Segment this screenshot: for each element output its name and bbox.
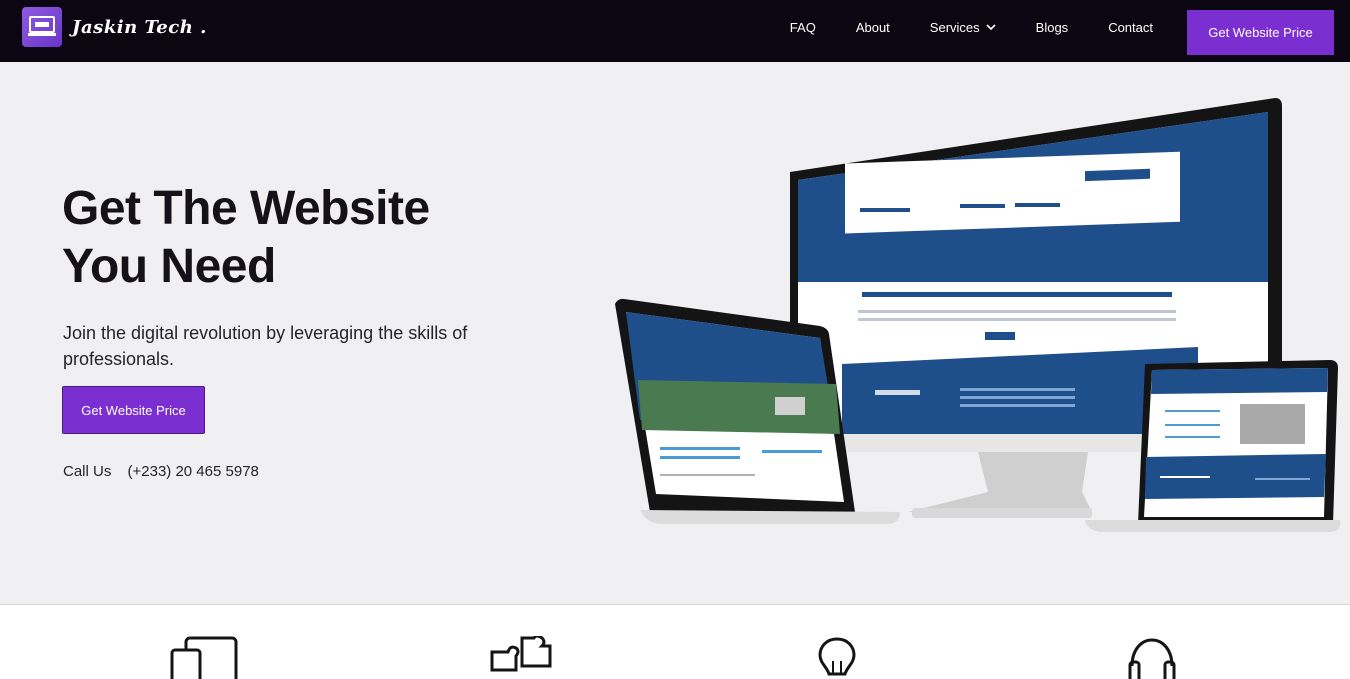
top-navbar: Jaskin Tech . FAQ About Services Blogs C… bbox=[0, 0, 1350, 62]
headset-icon bbox=[1128, 638, 1176, 679]
brand-name: Jaskin Tech . bbox=[72, 16, 207, 38]
phone-number[interactable]: (+233) 20 465 5978 bbox=[128, 463, 259, 480]
nav-label: Blogs bbox=[1035, 20, 1069, 35]
chevron-down-icon bbox=[986, 24, 996, 31]
get-website-price-nav-button[interactable]: Get Website Price bbox=[1187, 10, 1334, 55]
nav-item-faq[interactable]: FAQ bbox=[790, 20, 816, 35]
get-website-price-button[interactable]: Get Website Price bbox=[62, 386, 205, 434]
brand[interactable]: Jaskin Tech . bbox=[22, 7, 207, 47]
laptop-logo-icon bbox=[22, 7, 62, 47]
main-nav: FAQ About Services Blogs Contact Get Web… bbox=[750, 0, 1334, 55]
puzzle-icon bbox=[490, 636, 552, 672]
hero-title: Get The Website You Need bbox=[62, 182, 430, 293]
devices-icon bbox=[170, 636, 238, 679]
nav-label: Services bbox=[929, 20, 980, 35]
hero-subtitle: Join the digital revolution by leveragin… bbox=[63, 323, 468, 369]
nav-item-blogs[interactable]: Blogs bbox=[1036, 20, 1069, 35]
nav-label: FAQ bbox=[789, 20, 816, 35]
responsive-devices-illustration bbox=[615, 98, 1341, 532]
call-us: Call Us (+233) 20 465 5978 bbox=[63, 463, 271, 480]
nav-item-contact[interactable]: Contact bbox=[1108, 20, 1153, 35]
lightbulb-icon bbox=[818, 637, 856, 676]
call-label: Call Us bbox=[63, 463, 112, 480]
nav-label: Contact bbox=[1108, 20, 1153, 35]
nav-label: About bbox=[855, 20, 890, 35]
nav-item-about[interactable]: About bbox=[856, 20, 890, 35]
nav-item-services[interactable]: Services bbox=[930, 20, 996, 35]
